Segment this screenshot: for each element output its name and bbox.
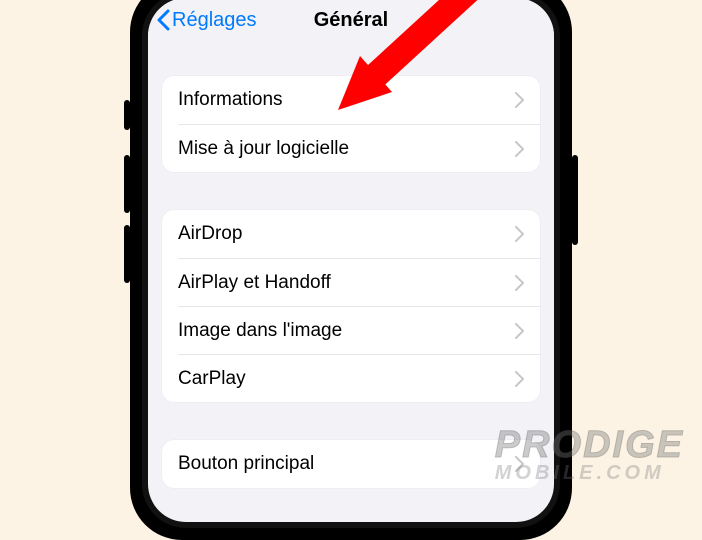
chevron-left-icon bbox=[156, 9, 170, 31]
row-software-update[interactable]: Mise à jour logicielle bbox=[178, 124, 540, 172]
phone-inner-frame: Réglages Général Informations Mise à jou… bbox=[142, 0, 560, 528]
row-label: CarPlay bbox=[178, 368, 246, 390]
settings-group-home-button: Bouton principal bbox=[162, 440, 540, 488]
phone-power-button bbox=[572, 155, 578, 245]
row-home-button[interactable]: Bouton principal bbox=[162, 440, 540, 488]
row-airplay-handoff[interactable]: AirPlay et Handoff bbox=[178, 258, 540, 306]
row-airdrop[interactable]: AirDrop bbox=[162, 210, 540, 258]
row-label: Bouton principal bbox=[178, 453, 314, 475]
chevron-right-icon bbox=[515, 371, 524, 387]
settings-group-system: Informations Mise à jour logicielle bbox=[162, 76, 540, 172]
row-label: Informations bbox=[178, 89, 283, 111]
chevron-right-icon bbox=[515, 226, 524, 242]
settings-content: Informations Mise à jour logicielle AirD… bbox=[148, 76, 554, 488]
row-label: AirDrop bbox=[178, 223, 242, 245]
row-picture-in-picture[interactable]: Image dans l'image bbox=[178, 306, 540, 354]
row-label: Mise à jour logicielle bbox=[178, 138, 349, 160]
chevron-right-icon bbox=[515, 92, 524, 108]
phone-frame: Réglages Général Informations Mise à jou… bbox=[130, 0, 572, 540]
row-carplay[interactable]: CarPlay bbox=[178, 354, 540, 402]
row-label: AirPlay et Handoff bbox=[178, 272, 331, 294]
phone-screen: Réglages Général Informations Mise à jou… bbox=[148, 0, 554, 522]
chevron-right-icon bbox=[515, 275, 524, 291]
nav-bar: Réglages Général bbox=[148, 0, 554, 42]
chevron-right-icon bbox=[515, 323, 524, 339]
row-label: Image dans l'image bbox=[178, 320, 342, 342]
settings-group-connectivity: AirDrop AirPlay et Handoff Image dans l'… bbox=[162, 210, 540, 402]
chevron-right-icon bbox=[515, 456, 524, 472]
row-informations[interactable]: Informations bbox=[162, 76, 540, 124]
back-label: Réglages bbox=[172, 9, 257, 32]
chevron-right-icon bbox=[515, 141, 524, 157]
back-button[interactable]: Réglages bbox=[156, 9, 257, 32]
